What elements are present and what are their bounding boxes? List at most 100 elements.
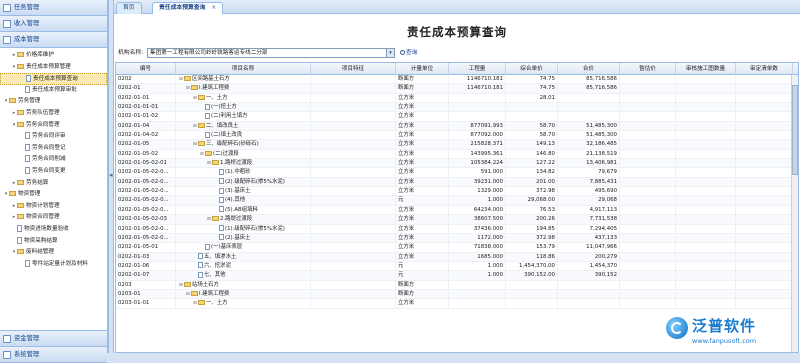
cell-code: 0203: [116, 280, 176, 290]
table-row[interactable]: 0202-01-01-02 (二)利用土填方 立方米: [116, 112, 798, 122]
folder-icon: [198, 122, 205, 128]
table-row[interactable]: 0202-01-05 ⊟ 三、级配碎石(砂砾石) 立方米 215828.371 149.1…: [116, 140, 798, 150]
table-row[interactable]: 0203-01 ⊟ I.建筑工程费 断面方: [116, 289, 798, 300]
cell-total: 7,294,405: [558, 224, 620, 234]
table-row[interactable]: 0202-01-01 ⊟ 一、土方 立方米 28.01: [116, 93, 798, 104]
page-icon: [25, 143, 30, 151]
table-row[interactable]: 0202-01-05-02-0... (2).级配碎石(掺5%水泥) 立方米 3923…: [116, 177, 798, 188]
nav-item[interactable]: ▾ 物资管理: [0, 189, 107, 201]
query-button[interactable]: 查询: [399, 47, 417, 59]
table-row[interactable]: 0202-01-04 ⊟ 二、填改良土 立方米 877091.993 58.70 51,48…: [116, 121, 798, 132]
table-row[interactable]: 0202-01 ⊟ I.建筑工程费 断面方 1146710.181 74.75 85,716…: [116, 84, 798, 94]
scrollbar-thumb[interactable]: [792, 85, 798, 175]
chevron-down-icon[interactable]: ▾: [386, 49, 394, 57]
cell-approved-qty: [736, 243, 793, 253]
nav-item[interactable]: 物资采购结算: [0, 236, 107, 248]
nav-item[interactable]: 物资进场数量验收: [0, 224, 107, 236]
org-select[interactable]: 集团第一工程有限公司岭岭铁路客运专线二分部 ▾: [147, 48, 395, 58]
cell-approved-qty: [736, 168, 793, 178]
nav-item[interactable]: 责任成本预算查询: [0, 73, 107, 85]
nav-item[interactable]: ▾ 劳务管理: [0, 96, 107, 108]
column-header[interactable]: 编号: [116, 63, 176, 75]
table-row[interactable]: 0202-01-05-02-0... (4).其他 元 1.000 29,068.00 2…: [116, 196, 798, 206]
nav-item[interactable]: 零件站定量计划及材料: [0, 259, 107, 271]
cell-audited-qty: [676, 159, 736, 169]
table-row[interactable]: 0202-01-05-02-0... (1).级配碎石(掺5%水泥) 立方米 3743…: [116, 224, 798, 234]
cell-quantity: 1146710.181: [449, 75, 506, 85]
close-icon[interactable]: ×: [211, 5, 216, 11]
folder-icon: [17, 214, 24, 220]
cell-total: 29,068: [558, 196, 620, 206]
tab-home[interactable]: 首页: [116, 2, 142, 14]
folder-icon: [198, 141, 205, 147]
column-header[interactable]: 暂估价: [620, 63, 676, 75]
section-cost-management[interactable]: 成本管理: [0, 32, 107, 48]
main-panel: 首页 责任成本预算查询 × 责任成本预算查询 机构名称: 集团第一工程有限公司岭岭…: [114, 0, 800, 353]
table-row[interactable]: 0202-01-05-02 ⊟ (二)过渡段 立方米 143995.361 146.80 2…: [116, 149, 798, 160]
cell-quantity: [449, 93, 506, 104]
section-income-management[interactable]: 收入管理: [0, 16, 107, 32]
nav-item[interactable]: ▾ 责任成本预算管理: [0, 62, 107, 74]
vertical-scrollbar[interactable]: [791, 75, 798, 352]
column-header[interactable]: 合价: [558, 63, 620, 75]
table-row[interactable]: 0202-01-05-02-0... (2).基床土 立方米 1172.000 372.…: [116, 233, 798, 244]
section-system-management[interactable]: 系统管理: [0, 347, 107, 363]
nav-item[interactable]: ▸ 劳务结算: [0, 178, 107, 190]
section-task-management[interactable]: 任务管理: [0, 0, 107, 16]
column-header[interactable]: 计量单位: [396, 63, 449, 75]
nav-item[interactable]: 责任成本预算审批: [0, 85, 107, 97]
cell-audited-qty: [676, 243, 736, 253]
nav-item[interactable]: ▸ 物资计划管理: [0, 201, 107, 213]
column-header[interactable]: 项目特征: [311, 63, 396, 75]
column-header[interactable]: 工程量: [449, 63, 506, 75]
cell-quantity: 71838.000: [449, 243, 506, 253]
cell-quantity: 877092.000: [449, 131, 506, 141]
table-row[interactable]: 0202-01-07 七、其他 元 1.000 390,152.00 390,152: [116, 271, 798, 281]
tab-cost-budget-query[interactable]: 责任成本预算查询 ×: [152, 2, 224, 14]
cell-feature: [311, 168, 396, 178]
nav-item[interactable]: ▾ 废料结管理: [0, 247, 107, 259]
collapse-arrow-icon[interactable]: ◂: [109, 168, 113, 182]
cell-approved-qty: [736, 252, 793, 262]
nav-item[interactable]: ▸ 物资合同管理: [0, 212, 107, 224]
section-fund-management[interactable]: 资金管理: [0, 331, 107, 347]
table-row[interactable]: 0202-01-05-02-0... (3).基床土 立方米 1329.000 372.…: [116, 187, 798, 197]
nav-item[interactable]: 劳务合同削减: [0, 154, 107, 166]
column-header[interactable]: 审定清单数: [736, 63, 793, 75]
cell-code: 0202-01-06: [116, 261, 176, 272]
table-row[interactable]: 0202-01-05-02-03 ⊟ 2.路堤过渡段 立方米 38607.500 200.…: [116, 215, 798, 225]
nav-item[interactable]: 劳务合同变更: [0, 166, 107, 178]
cell-total: 200,279: [558, 252, 620, 262]
table-row[interactable]: 0203-01-01 ⊟ 一、土方 立方米: [116, 299, 798, 309]
cell-unit: 立方米: [396, 205, 449, 216]
cell-unit-price: 1,454,370.00: [506, 261, 558, 272]
table-row[interactable]: 0202-01-06 六、挖淤泥 元 1.000 1,454,370.00 1,454,3…: [116, 261, 798, 272]
column-header[interactable]: 审核施工图数量: [676, 63, 736, 75]
cell-quantity: [449, 103, 506, 113]
column-header[interactable]: 项目名称: [176, 63, 311, 75]
folder-icon: [184, 76, 191, 81]
cell-unit-price: 58.70: [506, 131, 558, 141]
nav-item[interactable]: ▾ 劳务合同管理: [0, 120, 107, 132]
cell-approved-qty: [736, 233, 793, 244]
table-row[interactable]: 0202-01-05-02-0... (5).AB组填料 立方米 64234.000 7…: [116, 205, 798, 216]
cell-provisional: [620, 243, 676, 253]
table-row[interactable]: 0202-01-05-02-0... (1).中粗砂 立方米 591.000 134.8…: [116, 168, 798, 178]
nav-item[interactable]: 劳务合同评审: [0, 131, 107, 143]
table-row[interactable]: 0203 ⊟ 站场土石方 断面方: [116, 280, 798, 290]
cell-approved-qty: [736, 93, 793, 104]
column-header[interactable]: 综合单价: [506, 63, 558, 75]
table-row[interactable]: 0202-01-05-01 (一)基床表层 立方米 71838.000 153.79 11…: [116, 243, 798, 253]
table-row[interactable]: 0202-01-05-02-01 ⊟ 1.路桥过渡段 立方米 105384.224 127…: [116, 159, 798, 169]
cell-quantity: 39231.000: [449, 177, 506, 188]
nav-item[interactable]: 劳务合同登记: [0, 143, 107, 155]
nav-item[interactable]: ▸ 劳务队伍管理: [0, 108, 107, 120]
income-icon: [3, 20, 11, 28]
table-row[interactable]: 0202-01-01-01 (一)挖土方 立方米: [116, 103, 798, 113]
cell-quantity: 38607.500: [449, 215, 506, 225]
cell-code: 0202-01-01-02: [116, 112, 176, 122]
table-row[interactable]: 0202 ⊟ 区间路基土石方 断面方 1146710.181 74.75 85,716,58…: [116, 75, 798, 85]
table-row[interactable]: 0202-01-04-02 (二)填土改良 立方米 877092.000 58.70 51…: [116, 131, 798, 141]
table-row[interactable]: 0202-01-03 五、填渗水土 立方米 1685.000 118.86 200,279: [116, 252, 798, 262]
nav-item[interactable]: ▸ 价格库维护: [0, 50, 107, 62]
